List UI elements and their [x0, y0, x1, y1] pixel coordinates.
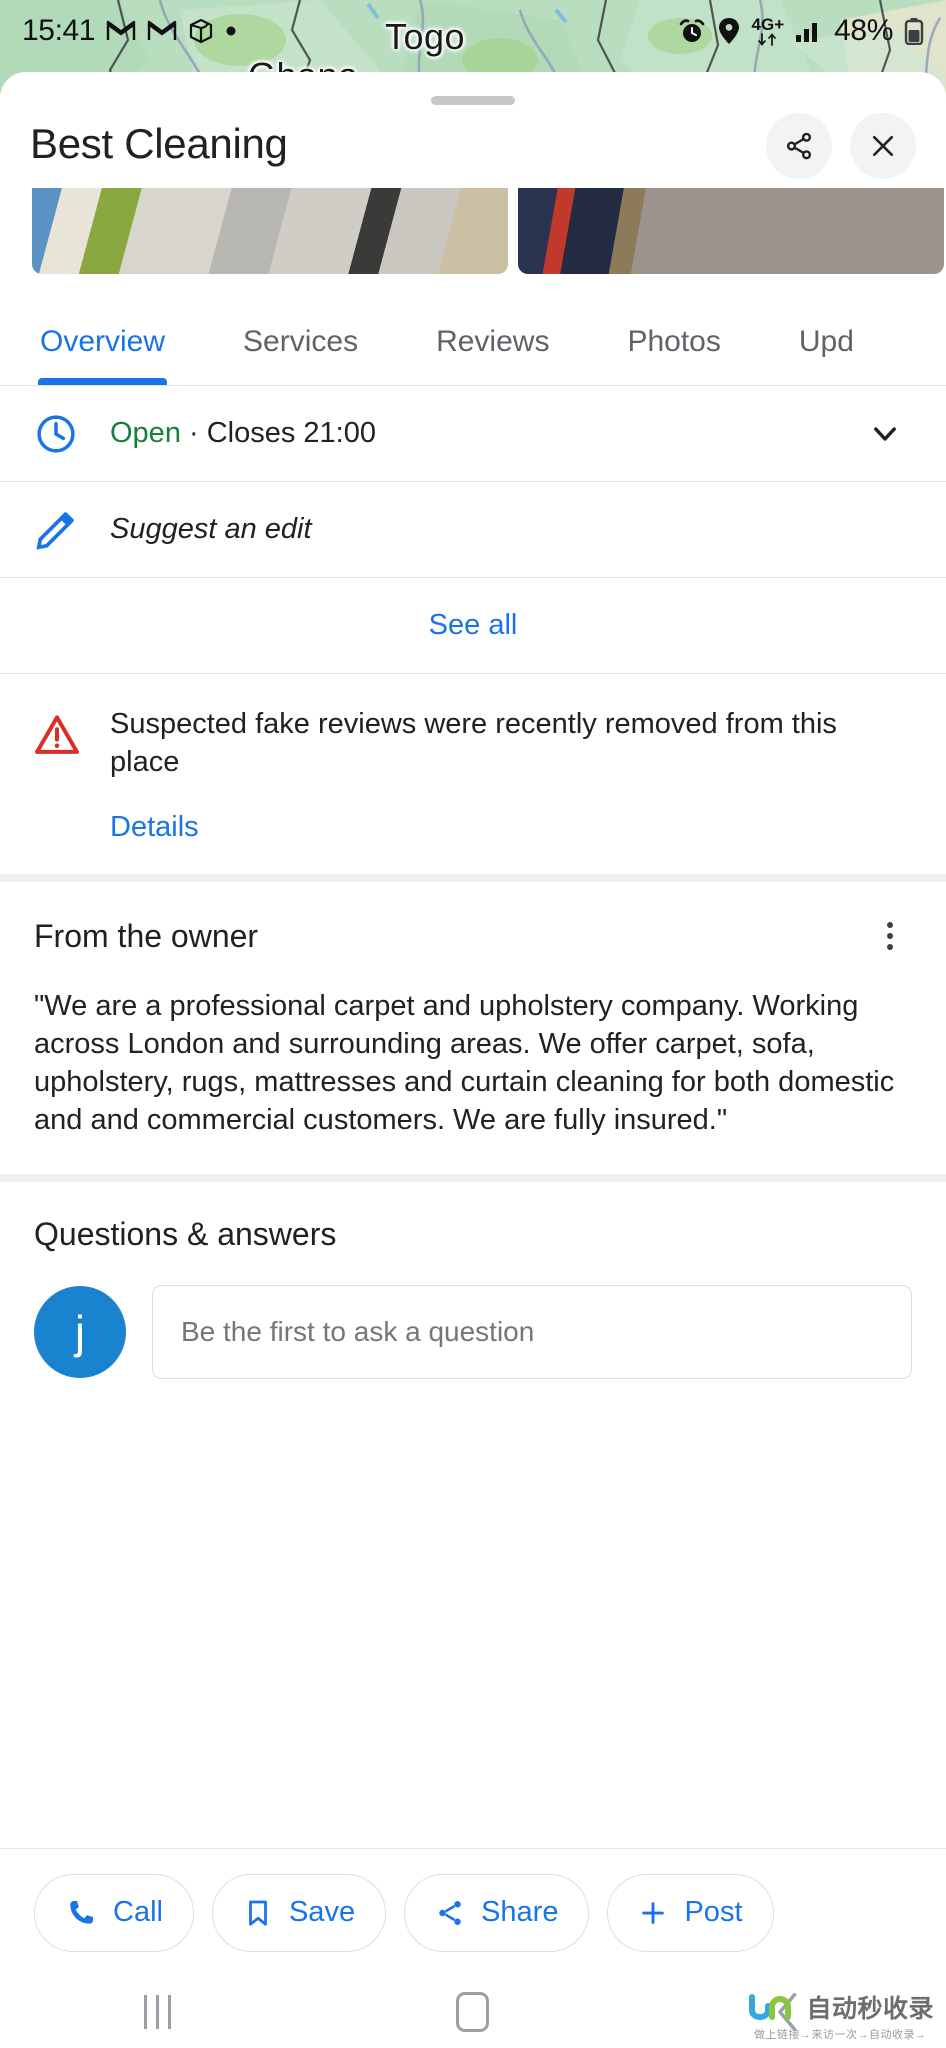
recents-icon — [144, 1995, 172, 2029]
network-type-label: 4G+ — [751, 15, 785, 34]
hours-icon-wrap — [34, 412, 110, 456]
warning-details-link[interactable]: Details — [110, 811, 199, 844]
warning-triangle-icon — [35, 715, 79, 754]
battery-icon — [904, 18, 924, 45]
post-label: Post — [684, 1896, 743, 1928]
kebab-dot — [887, 933, 893, 940]
hours-expand-button[interactable] — [868, 417, 912, 451]
owner-header: From the owner — [34, 914, 912, 958]
phone-icon — [70, 1900, 93, 1924]
call-button[interactable]: Call — [34, 1873, 194, 1952]
suggest-edit-icon-wrap — [34, 508, 110, 552]
kebab-menu-icon[interactable] — [868, 914, 912, 958]
data-transfer-arrows-icon — [757, 33, 776, 46]
owner-section-title: From the owner — [34, 917, 259, 954]
recents-button[interactable] — [0, 1995, 315, 2029]
watermark-row: 自动秒收录 — [746, 1989, 934, 2025]
qa-ask-row: j — [34, 1285, 912, 1380]
page-title: Best Cleaning — [30, 120, 288, 167]
questions-answers-section: Questions & answers j — [0, 1182, 946, 1380]
status-bar: 15:41 4G+ 48% — [0, 0, 946, 62]
location-pin-icon — [718, 18, 739, 44]
open-status-label: Open — [110, 417, 181, 449]
photo-thumbnail[interactable] — [518, 188, 944, 274]
clock-icon — [37, 414, 75, 453]
dot-indicator-icon — [226, 26, 236, 36]
fake-reviews-warning: Suspected fake reviews were recently rem… — [0, 674, 946, 883]
tab-bar: Overview Services Reviews Photos Upd — [0, 274, 946, 386]
see-all-label: See all — [428, 609, 518, 641]
network-4g-icon: 4G+ — [751, 15, 785, 46]
package-cube-icon — [189, 18, 213, 44]
header-actions — [766, 109, 916, 179]
hours-detail-label: · Closes 21:00 — [189, 417, 377, 449]
battery-percent-label: 48% — [834, 14, 893, 47]
gmail-icon — [147, 20, 177, 40]
status-bar-left: 15:41 — [22, 14, 237, 48]
photo-thumbnail[interactable] — [32, 188, 508, 274]
tab-overview[interactable]: Overview — [37, 325, 168, 385]
avatar: j — [34, 1286, 126, 1379]
bookmark-icon — [249, 1900, 267, 1926]
plus-icon — [642, 1901, 665, 1924]
warning-icon-wrap — [34, 706, 110, 844]
jn-logo — [749, 1994, 792, 2020]
action-button-bar: Call Save Share Post — [0, 1848, 946, 1976]
ask-question-input[interactable] — [152, 1285, 912, 1380]
suggest-edit-row[interactable]: Suggest an edit — [0, 482, 946, 578]
warning-text: Suspected fake reviews were recently rem… — [110, 708, 837, 778]
tab-services[interactable]: Services — [243, 325, 358, 385]
photo-strip[interactable] — [0, 188, 946, 274]
share-icon — [786, 132, 812, 160]
kebab-dot — [887, 922, 893, 929]
share-icon — [439, 1900, 461, 1925]
watermark-subtext: 做上链接→来访一次→自动收录→ — [753, 2029, 927, 2041]
from-the-owner-section: From the owner "We are a professional ca… — [0, 882, 946, 1183]
save-button[interactable]: Save — [211, 1873, 387, 1952]
status-time: 15:41 — [22, 14, 96, 47]
watermark-text: 自动秒收录 — [806, 1995, 934, 2023]
tab-photos[interactable]: Photos — [627, 325, 720, 385]
close-icon — [872, 135, 894, 157]
home-icon — [456, 1992, 490, 2032]
status-bar-right: 4G+ 48% — [678, 14, 924, 48]
chevron-down-icon — [874, 426, 896, 441]
share-button[interactable] — [766, 113, 832, 179]
alarm-clock-icon — [679, 19, 704, 42]
qa-section-title: Questions & answers — [34, 1216, 337, 1253]
suggest-edit-label: Suggest an edit — [110, 513, 312, 545]
owner-description: "We are a professional carpet and uphols… — [34, 990, 895, 1137]
hours-row[interactable]: Open · Closes 21:00 — [0, 386, 946, 482]
tab-reviews[interactable]: Reviews — [436, 325, 549, 385]
watermark: 自动秒收录 做上链接→来访一次→自动收录→ — [746, 1989, 934, 2042]
kebab-dot — [887, 944, 893, 951]
place-details-sheet: Best Cleaning Overview Services Reviews … — [0, 72, 946, 1976]
signal-bars-icon — [796, 23, 818, 42]
share-label: Share — [481, 1896, 559, 1928]
save-label: Save — [288, 1896, 356, 1928]
sheet-header: Best Cleaning — [0, 72, 946, 188]
see-all-row[interactable]: See all — [0, 578, 946, 674]
share-button-bottom[interactable]: Share — [404, 1873, 590, 1952]
gmail-icon — [106, 20, 136, 40]
warning-body: Suspected fake reviews were recently rem… — [110, 706, 912, 844]
call-label: Call — [113, 1896, 163, 1928]
pencil-icon — [36, 511, 74, 550]
hours-text: Open · Closes 21:00 — [110, 417, 868, 450]
tab-updates[interactable]: Upd — [799, 325, 854, 385]
post-button[interactable]: Post — [607, 1873, 774, 1952]
close-button[interactable] — [850, 113, 916, 179]
home-button[interactable] — [315, 1992, 630, 2032]
